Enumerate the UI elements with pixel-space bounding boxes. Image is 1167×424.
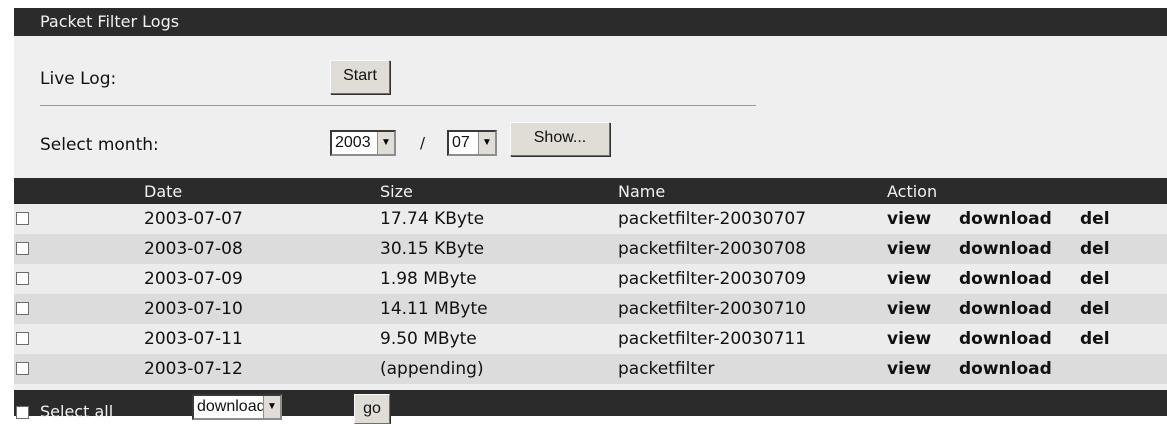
row-size: 9.50 MByte xyxy=(380,329,477,349)
row-size: 1.98 MByte xyxy=(380,269,477,289)
row-date: 2003-07-09 xyxy=(144,269,243,289)
delete-link[interactable]: del xyxy=(1080,329,1110,349)
row-date: 2003-07-12 xyxy=(144,359,243,379)
bulk-action-value: download xyxy=(197,398,266,415)
table-row: 2003-07-12 (appending) packetfilter view… xyxy=(14,354,1167,384)
chevron-down-icon: ▼ xyxy=(377,132,394,154)
column-header-name: Name xyxy=(618,182,666,201)
table-row: 2003-07-08 30.15 KByte packetfilter-2003… xyxy=(14,234,1167,264)
view-link[interactable]: view xyxy=(887,299,931,319)
delete-link[interactable]: del xyxy=(1080,239,1110,259)
row-name: packetfilter-20030711 xyxy=(618,329,807,349)
row-date: 2003-07-10 xyxy=(144,299,243,319)
row-size: 14.11 MByte xyxy=(380,299,488,319)
delete-link[interactable]: del xyxy=(1080,299,1110,319)
table-row: 2003-07-09 1.98 MByte packetfilter-20030… xyxy=(14,264,1167,294)
view-link[interactable]: view xyxy=(887,269,931,289)
table-row: 2003-07-11 9.50 MByte packetfilter-20030… xyxy=(14,324,1167,354)
row-date: 2003-07-11 xyxy=(144,329,243,349)
view-link[interactable]: view xyxy=(887,329,931,349)
row-name: packetfilter-20030707 xyxy=(618,209,807,229)
row-checkbox[interactable] xyxy=(16,242,29,255)
row-checkbox[interactable] xyxy=(16,212,29,225)
download-link[interactable]: download xyxy=(959,209,1052,229)
download-link[interactable]: download xyxy=(959,269,1052,289)
table-row: 2003-07-07 17.74 KByte packetfilter-2003… xyxy=(14,204,1167,234)
year-select-value: 2003 xyxy=(335,134,371,151)
month-select[interactable]: 07 ▼ xyxy=(447,130,497,156)
column-header-action: Action xyxy=(887,182,938,201)
row-name: packetfilter xyxy=(618,359,715,379)
download-link[interactable]: download xyxy=(959,239,1052,259)
bulk-action-select[interactable]: download ▼ xyxy=(192,394,282,420)
download-link[interactable]: download xyxy=(959,299,1052,319)
row-name: packetfilter-20030708 xyxy=(618,239,807,259)
row-date: 2003-07-07 xyxy=(144,209,243,229)
row-size: (appending) xyxy=(380,359,484,379)
panel-title: Packet Filter Logs xyxy=(14,8,1167,36)
view-link[interactable]: view xyxy=(887,239,931,259)
row-date: 2003-07-08 xyxy=(144,239,243,259)
go-button[interactable]: go xyxy=(354,394,390,424)
select-all-label: Select all xyxy=(40,402,114,421)
table-footer: Select all xyxy=(14,390,1167,421)
table-row: 2003-07-10 14.11 MByte packetfilter-2003… xyxy=(14,294,1167,324)
delete-link[interactable]: del xyxy=(1080,269,1110,289)
row-checkbox[interactable] xyxy=(16,302,29,315)
show-button[interactable]: Show... xyxy=(510,122,610,156)
live-log-label: Live Log: xyxy=(40,69,117,89)
row-size: 17.74 KByte xyxy=(380,209,485,229)
start-button[interactable]: Start xyxy=(330,60,390,94)
year-select[interactable]: 2003 ▼ xyxy=(330,130,396,156)
row-size: 30.15 KByte xyxy=(380,239,485,259)
select-month-label: Select month: xyxy=(40,135,159,155)
chevron-down-icon: ▼ xyxy=(263,396,280,418)
row-name: packetfilter-20030710 xyxy=(618,299,807,319)
view-link[interactable]: view xyxy=(887,209,931,229)
download-link[interactable]: download xyxy=(959,359,1052,379)
column-header-date: Date xyxy=(144,182,183,201)
row-name: packetfilter-20030709 xyxy=(618,269,807,289)
row-checkbox[interactable] xyxy=(16,332,29,345)
form-divider xyxy=(40,105,756,106)
view-link[interactable]: view xyxy=(887,359,931,379)
column-header-size: Size xyxy=(380,182,413,201)
row-checkbox[interactable] xyxy=(16,362,29,375)
date-separator: / xyxy=(420,134,426,152)
table-header: Date Size Name Action xyxy=(14,178,1167,204)
select-all-checkbox[interactable] xyxy=(16,406,29,419)
packet-filter-panel: Packet Filter Logs Live Log: Start Selec… xyxy=(14,8,1167,424)
delete-link[interactable]: del xyxy=(1080,209,1110,229)
chevron-down-icon: ▼ xyxy=(478,132,495,154)
row-checkbox[interactable] xyxy=(16,272,29,285)
month-select-value: 07 xyxy=(452,134,470,151)
download-link[interactable]: download xyxy=(959,329,1052,349)
